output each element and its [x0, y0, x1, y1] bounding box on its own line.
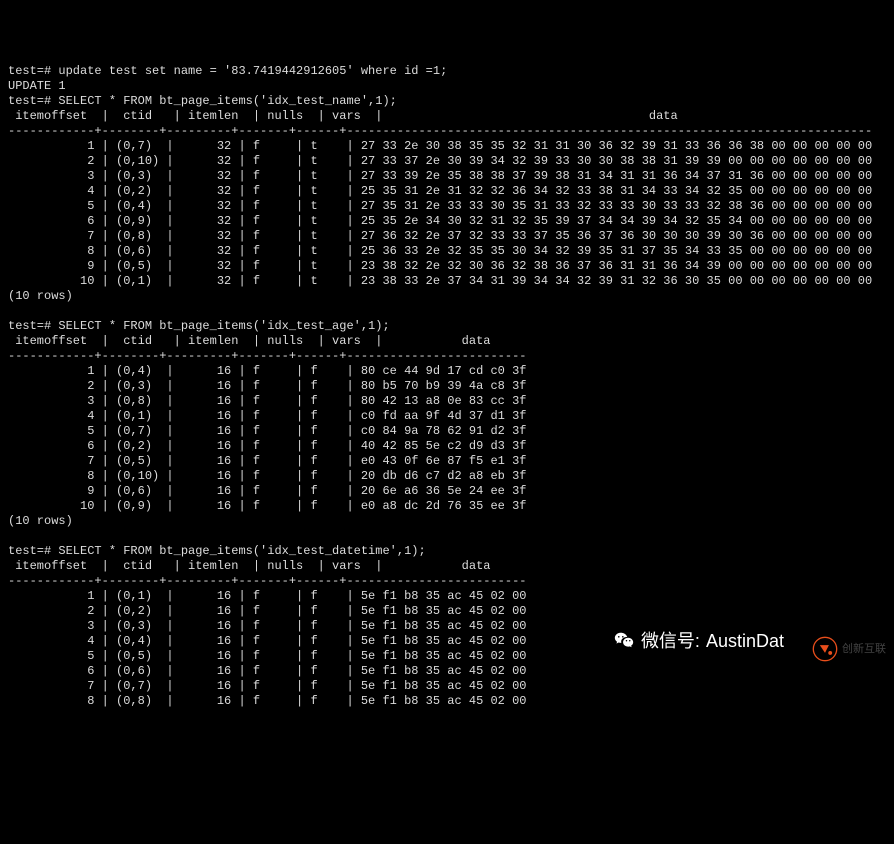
wechat-icon [613, 630, 635, 652]
wechat-label: 微信号: [641, 634, 700, 649]
terminal-output[interactable]: test=# update test set name = '83.741944… [8, 64, 886, 709]
wechat-handle: AustinDat [706, 634, 784, 649]
site-logo-icon [812, 636, 838, 662]
site-logo-text: 创新互联 [842, 642, 886, 657]
site-logo-badge: 创新互联 [812, 636, 886, 662]
wechat-watermark: 微信号: AustinDat [613, 630, 784, 652]
